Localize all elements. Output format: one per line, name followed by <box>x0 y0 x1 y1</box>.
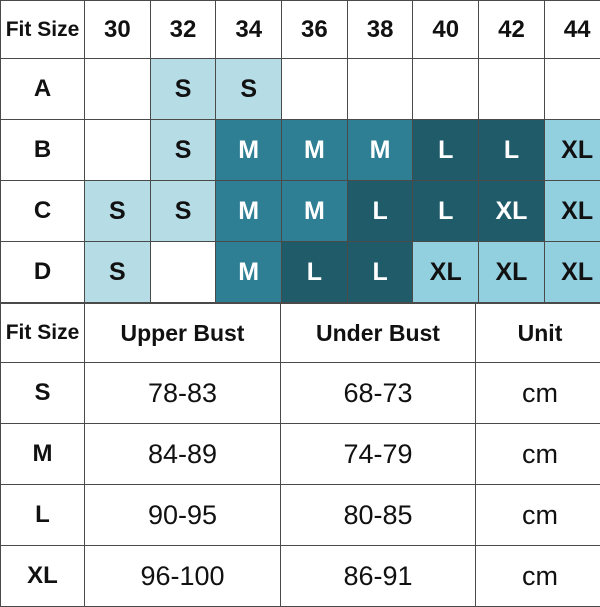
measurement-header-under-bust: Under Bust <box>281 304 476 363</box>
cup-row-label-d: D <box>1 242 85 303</box>
cell-a-34: S <box>216 59 282 120</box>
cell-a-42 <box>479 59 545 120</box>
cup-row-label-a: A <box>1 59 85 120</box>
measurement-under-bust-m: 74-79 <box>281 424 476 485</box>
measurement-header-unit: Unit <box>476 304 600 363</box>
band-size-header-32: 32 <box>150 1 216 59</box>
cell-b-34: M <box>216 120 282 181</box>
cup-row-label-b: B <box>1 120 85 181</box>
measurement-unit-m: cm <box>476 424 600 485</box>
cup-row-label-c: C <box>1 181 85 242</box>
measurement-header-fit-size: Fit Size <box>1 304 85 363</box>
cup-band-table-body: Fit Size 30 32 34 36 38 40 42 44 A S S <box>1 1 600 303</box>
measurement-header-upper-bust: Upper Bust <box>85 304 281 363</box>
cell-a-40 <box>413 59 479 120</box>
cell-d-36: L <box>282 242 348 303</box>
cell-a-32: S <box>150 59 216 120</box>
cell-d-32 <box>150 242 216 303</box>
cell-b-40: L <box>413 120 479 181</box>
cup-band-size-table: Fit Size 30 32 34 36 38 40 42 44 A S S <box>0 0 600 303</box>
table-row: XL 96-100 86-91 cm <box>1 546 600 607</box>
cell-c-40: L <box>413 181 479 242</box>
measurement-size-s: S <box>1 363 85 424</box>
top-table-fit-size-header: Fit Size <box>1 1 85 59</box>
measurement-unit-l: cm <box>476 485 600 546</box>
cell-a-38 <box>347 59 413 120</box>
measurement-upper-bust-s: 78-83 <box>85 363 281 424</box>
table-row: D S M L L XL XL XL <box>1 242 600 303</box>
table-row: L 90-95 80-85 cm <box>1 485 600 546</box>
measurement-size-l: L <box>1 485 85 546</box>
cell-b-42: L <box>479 120 545 181</box>
cell-d-30: S <box>85 242 151 303</box>
table-row: A S S <box>1 59 600 120</box>
table-row: M 84-89 74-79 cm <box>1 424 600 485</box>
cell-d-40: XL <box>413 242 479 303</box>
measurement-under-bust-s: 68-73 <box>281 363 476 424</box>
cell-d-34: M <box>216 242 282 303</box>
cell-c-44: XL <box>544 181 600 242</box>
measurement-unit-s: cm <box>476 363 600 424</box>
measurement-header-row: Fit Size Upper Bust Under Bust Unit <box>1 304 600 363</box>
measurement-table-body: Fit Size Upper Bust Under Bust Unit S 78… <box>1 304 600 607</box>
band-size-header-36: 36 <box>282 1 348 59</box>
measurement-upper-bust-xl: 96-100 <box>85 546 281 607</box>
cell-a-44 <box>544 59 600 120</box>
measurement-upper-bust-l: 90-95 <box>85 485 281 546</box>
band-size-header-34: 34 <box>216 1 282 59</box>
measurement-under-bust-xl: 86-91 <box>281 546 476 607</box>
band-size-header-42: 42 <box>479 1 545 59</box>
cell-b-38: M <box>347 120 413 181</box>
measurement-under-bust-l: 80-85 <box>281 485 476 546</box>
cell-d-42: XL <box>479 242 545 303</box>
band-size-header-38: 38 <box>347 1 413 59</box>
measurement-unit-xl: cm <box>476 546 600 607</box>
cell-b-44: XL <box>544 120 600 181</box>
cell-c-42: XL <box>479 181 545 242</box>
cell-b-30 <box>85 120 151 181</box>
band-size-header-44: 44 <box>544 1 600 59</box>
size-chart-root: Fit Size 30 32 34 36 38 40 42 44 A S S <box>0 0 600 600</box>
cell-b-32: S <box>150 120 216 181</box>
cell-c-36: M <box>282 181 348 242</box>
table-row: S 78-83 68-73 cm <box>1 363 600 424</box>
cell-c-38: L <box>347 181 413 242</box>
band-size-header-row: Fit Size 30 32 34 36 38 40 42 44 <box>1 1 600 59</box>
band-size-header-30: 30 <box>85 1 151 59</box>
band-size-header-40: 40 <box>413 1 479 59</box>
cell-a-30 <box>85 59 151 120</box>
cell-a-36 <box>282 59 348 120</box>
cell-d-38: L <box>347 242 413 303</box>
cell-c-30: S <box>85 181 151 242</box>
measurement-upper-bust-m: 84-89 <box>85 424 281 485</box>
measurement-table: Fit Size Upper Bust Under Bust Unit S 78… <box>0 303 600 607</box>
cell-c-32: S <box>150 181 216 242</box>
table-row: C S S M M L L XL XL <box>1 181 600 242</box>
table-row: B S M M M L L XL <box>1 120 600 181</box>
measurement-size-xl: XL <box>1 546 85 607</box>
measurement-size-m: M <box>1 424 85 485</box>
cell-d-44: XL <box>544 242 600 303</box>
cell-b-36: M <box>282 120 348 181</box>
cell-c-34: M <box>216 181 282 242</box>
